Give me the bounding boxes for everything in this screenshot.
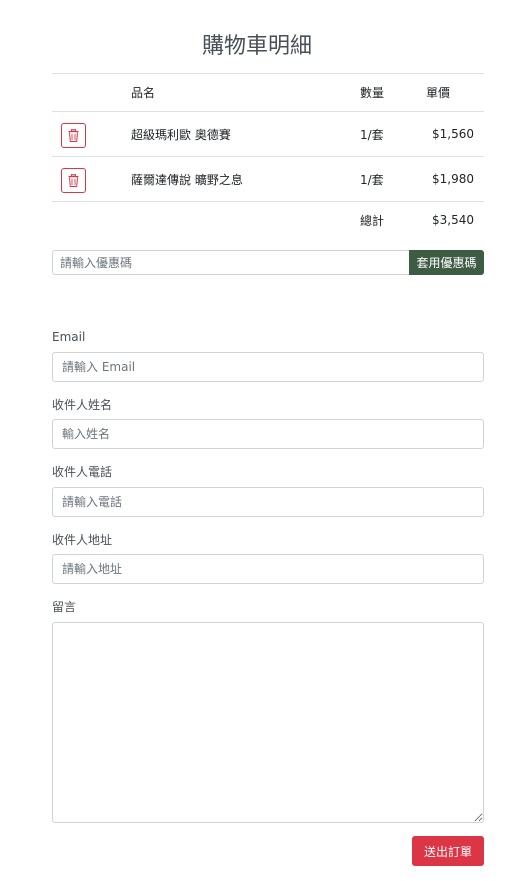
message-textarea[interactable] xyxy=(52,622,484,823)
trash-icon xyxy=(68,129,79,142)
cart-total-row: 總計 $3,540 xyxy=(52,201,484,238)
message-label: 留言 xyxy=(52,600,77,614)
submit-order-button[interactable]: 送出訂單 xyxy=(412,836,484,866)
phone-label: 收件人電話 xyxy=(52,465,113,479)
name-field[interactable] xyxy=(52,419,484,449)
delete-item-button[interactable] xyxy=(61,168,86,193)
delete-item-button[interactable] xyxy=(61,123,86,148)
page-title: 購物車明細 xyxy=(201,34,312,59)
header-qty: 數量 xyxy=(360,86,385,100)
header-name: 品名 xyxy=(131,86,156,100)
item-name: 薩爾達傳說 曠野之息 xyxy=(131,172,243,187)
table-row: 薩爾達傳說 曠野之息 1/套 $1,980 xyxy=(52,156,484,201)
table-row: 超級瑪利歐 奧德賽 1/套 $1,560 xyxy=(52,111,484,156)
apply-coupon-button[interactable]: 套用優惠碼 xyxy=(409,250,484,275)
name-label: 收件人姓名 xyxy=(52,398,113,412)
total-label: 總計 xyxy=(360,213,385,228)
item-qty: 1/套 xyxy=(360,127,384,142)
address-field[interactable] xyxy=(52,554,484,584)
item-qty: 1/套 xyxy=(360,172,384,187)
cart-table: 品名 數量 單價 超級瑪利歐 奧德賽 1/套 $1,560 薩爾達傳說 曠野之息… xyxy=(52,73,484,238)
item-name: 超級瑪利歐 奧德賽 xyxy=(131,127,231,142)
address-label: 收件人地址 xyxy=(52,533,113,547)
item-price: $1,560 xyxy=(432,127,474,141)
header-price: 單價 xyxy=(426,86,451,100)
trash-icon xyxy=(68,174,79,187)
coupon-group: 套用優惠碼 xyxy=(52,250,484,275)
email-label: Email xyxy=(52,330,86,344)
cart-header-row: 品名 數量 單價 xyxy=(52,73,484,111)
coupon-input[interactable] xyxy=(52,250,409,275)
email-field[interactable] xyxy=(52,352,484,382)
phone-field[interactable] xyxy=(52,487,484,517)
total-value: $3,540 xyxy=(432,213,474,227)
item-price: $1,980 xyxy=(432,172,474,186)
